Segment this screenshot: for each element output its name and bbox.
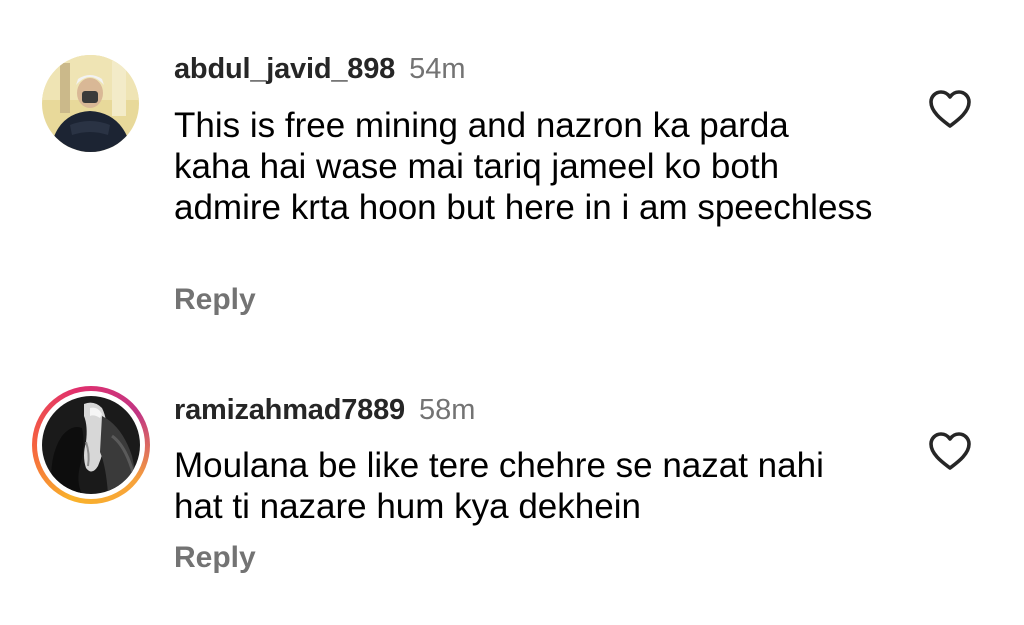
comment-header: ramizahmad7889 58m (174, 394, 475, 427)
avatar-photo-icon (42, 396, 140, 494)
comment-text: This is free mining and nazron ka parda … (174, 106, 873, 227)
heart-outline-icon (929, 90, 971, 128)
avatar-photo-icon (42, 55, 139, 152)
reply-button[interactable]: Reply (174, 541, 256, 575)
timestamp: 54m (409, 53, 466, 85)
story-ring[interactable] (32, 386, 150, 504)
comments-list: abdul_javid_898 54m This is free mining … (0, 0, 1024, 625)
avatar[interactable] (42, 55, 139, 152)
reply-button[interactable]: Reply (174, 283, 256, 317)
comment-header: abdul_javid_898 54m (174, 53, 465, 86)
timestamp: 58m (418, 394, 476, 426)
heart-outline-icon (929, 432, 971, 470)
username[interactable]: ramizahmad7889 (174, 394, 405, 427)
comment-text: Moulana be like tere chehre se nazat nah… (174, 446, 824, 526)
like-button[interactable] (927, 430, 973, 472)
username[interactable]: abdul_javid_898 (174, 53, 395, 86)
like-button[interactable] (927, 88, 973, 130)
avatar[interactable] (42, 396, 140, 494)
